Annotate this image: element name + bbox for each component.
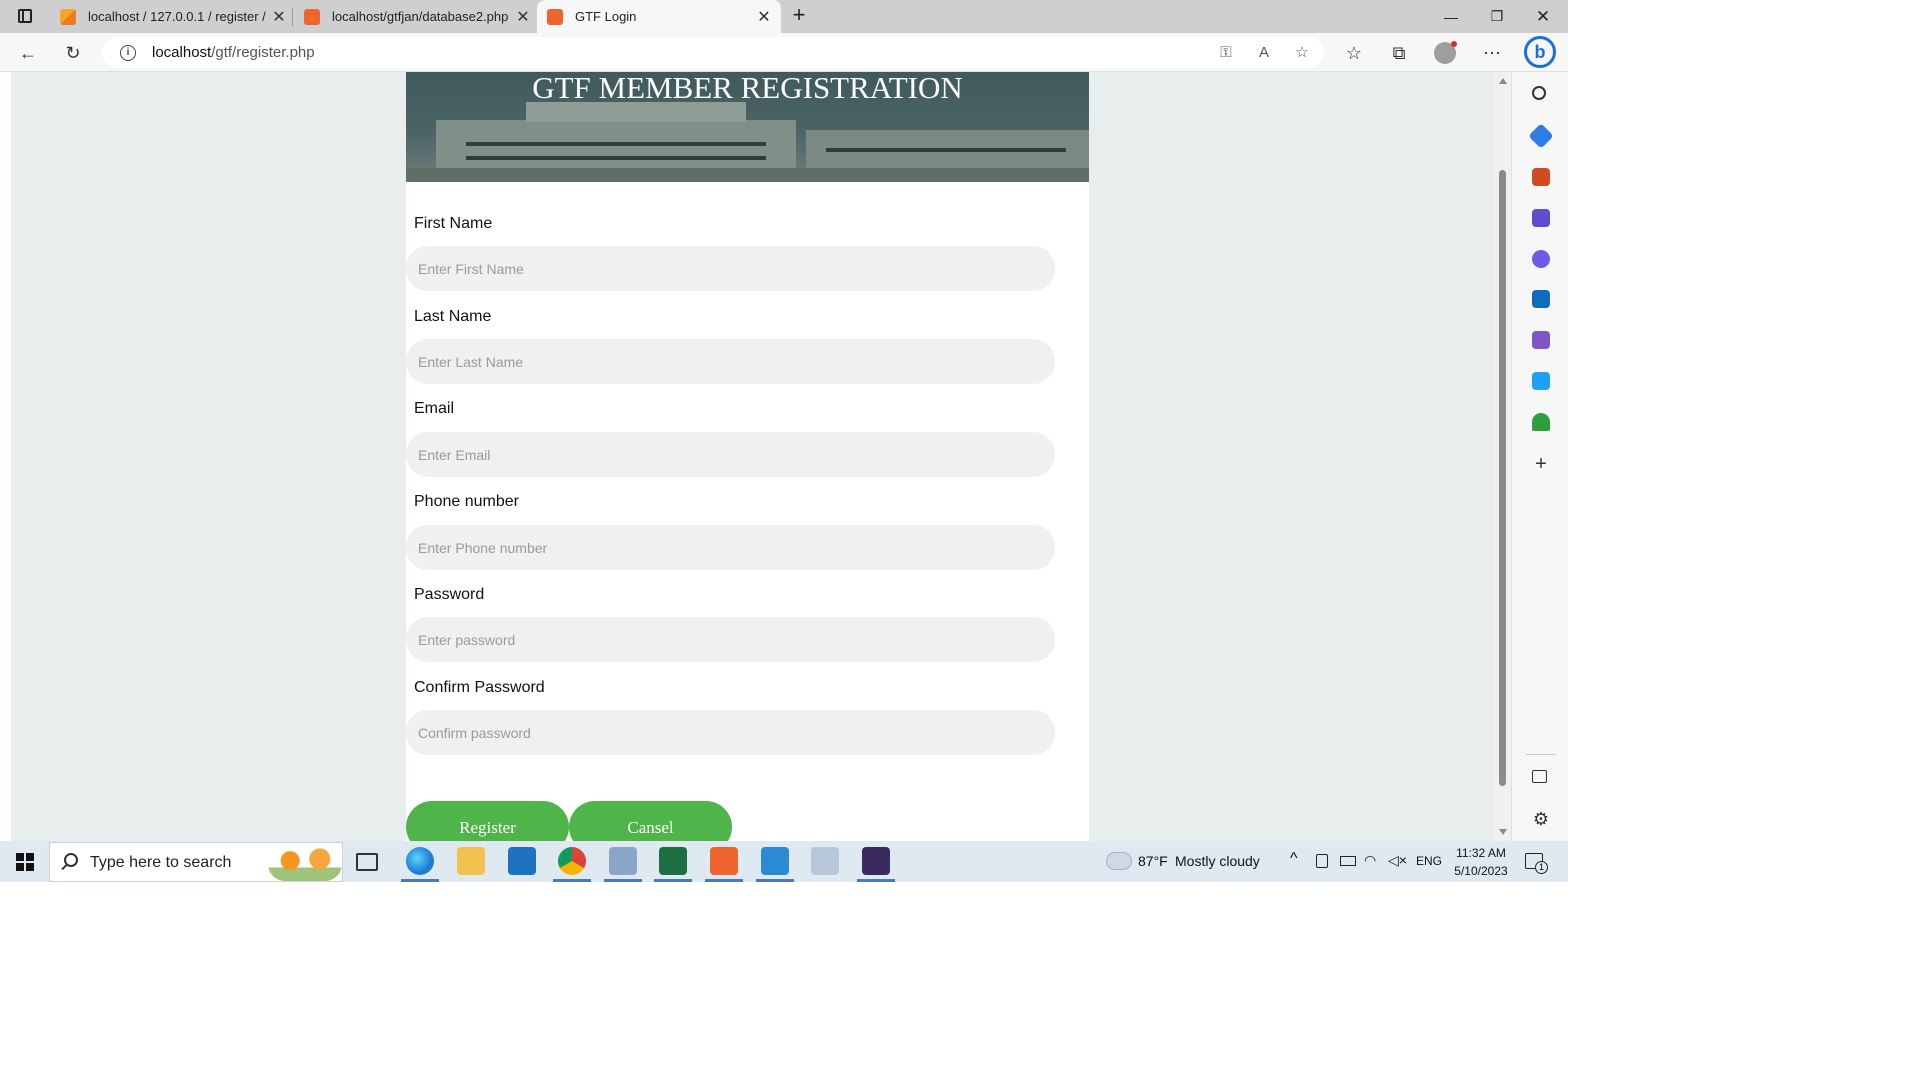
more-icon[interactable]: ⋯: [1479, 40, 1505, 66]
weather-temp[interactable]: 87°F: [1138, 853, 1168, 869]
favorites-icon[interactable]: ☆: [1341, 40, 1367, 66]
edge-icon[interactable]: [406, 847, 434, 875]
search-icon[interactable]: [1532, 86, 1546, 100]
register-button[interactable]: Register: [406, 801, 569, 841]
speaker-icon[interactable]: ◁×: [1388, 852, 1407, 869]
meet-icon[interactable]: [1316, 854, 1328, 868]
add-favorite-icon[interactable]: ☆: [1292, 43, 1312, 63]
minimize-icon[interactable]: —: [1428, 0, 1474, 33]
winrar-icon[interactable]: [862, 847, 890, 875]
xampp-icon: [547, 8, 563, 25]
tab-divider: [292, 8, 293, 26]
outlook-icon[interactable]: [1532, 290, 1550, 308]
settings-icon[interactable]: ⚙: [1532, 810, 1550, 828]
xampp-icon[interactable]: [710, 847, 738, 875]
registration-card: GTF MEMBER REGISTRATION First Name Last …: [406, 72, 1089, 841]
confirm-password-input[interactable]: [406, 710, 1055, 755]
first-name-label: First Name: [414, 215, 493, 232]
phpmyadmin-icon: [60, 8, 76, 25]
taskbar: Type here to search 87°F Mostly cloudy ^…: [0, 841, 1568, 882]
chevron-up-icon[interactable]: ^: [1290, 850, 1298, 868]
phone-input[interactable]: [406, 525, 1055, 570]
restore-icon[interactable]: ❐: [1474, 0, 1520, 33]
collections-icon[interactable]: ⧉: [1386, 40, 1412, 66]
notification-icon[interactable]: 1: [1525, 853, 1548, 874]
email-label: Email: [414, 400, 455, 417]
tab-label: GTF Login: [575, 9, 637, 24]
excel-icon[interactable]: [659, 847, 687, 875]
vscode-icon[interactable]: [761, 847, 789, 875]
split-screen-icon[interactable]: [1532, 770, 1547, 783]
tab-gtf-login[interactable]: GTF Login ✕: [537, 0, 781, 33]
phone-label: Phone number: [414, 493, 519, 510]
page-scrollbar[interactable]: [1494, 72, 1511, 841]
tools-icon[interactable]: [1532, 168, 1550, 186]
mail-icon[interactable]: [508, 847, 536, 875]
xampp-icon: [304, 8, 320, 25]
close-window-icon[interactable]: ✕: [1520, 0, 1566, 33]
send-icon[interactable]: [1532, 372, 1550, 390]
close-icon[interactable]: ✕: [755, 7, 773, 27]
weather-icon[interactable]: [1103, 847, 1132, 870]
search-icon: [64, 853, 78, 867]
password-label: Password: [414, 586, 485, 603]
page-viewport: GTF MEMBER REGISTRATION First Name Last …: [0, 72, 1511, 841]
shopping-icon[interactable]: [1528, 123, 1554, 149]
paint-icon[interactable]: [811, 847, 839, 875]
language-indicator[interactable]: ENG: [1416, 854, 1442, 868]
info-icon[interactable]: i: [120, 45, 136, 61]
address-bar[interactable]: i localhost/gtf/register.php ⚿ A ☆: [102, 37, 1324, 68]
first-name-input[interactable]: [406, 246, 1055, 291]
tab-phpmyadmin[interactable]: localhost / 127.0.0.1 / register / u ✕: [56, 0, 288, 33]
weather-text[interactable]: Mostly cloudy: [1175, 853, 1260, 869]
add-icon[interactable]: +: [1532, 454, 1550, 474]
battery-icon[interactable]: [1340, 856, 1356, 866]
games-icon[interactable]: [1532, 209, 1550, 227]
tab-strip: localhost / 127.0.0.1 / register / u ✕ l…: [0, 0, 1568, 33]
tab-actions-icon[interactable]: [10, 6, 38, 28]
page-title: GTF MEMBER REGISTRATION: [532, 72, 963, 105]
refresh-icon[interactable]: ↻: [60, 40, 86, 66]
key-icon[interactable]: ⚿: [1216, 43, 1236, 63]
scroll-up-icon[interactable]: [1499, 78, 1507, 84]
notification-dot: [1451, 41, 1457, 47]
taskbar-search[interactable]: Type here to search: [49, 842, 343, 882]
password-input[interactable]: [406, 617, 1055, 662]
office-icon[interactable]: [1532, 250, 1550, 268]
browser-toolbar: ← ↻ i localhost/gtf/register.php ⚿ A ☆ ☆…: [0, 33, 1568, 72]
edge-sidebar: + ⚙: [1511, 72, 1568, 841]
last-name-label: Last Name: [414, 308, 492, 325]
confirm-password-label: Confirm Password: [414, 679, 545, 696]
bing-icon[interactable]: b: [1524, 36, 1556, 68]
notification-count: 1: [1535, 861, 1548, 874]
tab-label: localhost/gtfjan/database2.php: [332, 9, 509, 24]
last-name-input[interactable]: [406, 339, 1055, 384]
tab-label: localhost / 127.0.0.1 / register / u: [88, 9, 270, 24]
time-text: 11:32 AM: [1456, 846, 1506, 860]
read-aloud-icon[interactable]: A: [1254, 43, 1274, 63]
tree-icon[interactable]: [1532, 413, 1550, 431]
close-icon[interactable]: ✕: [514, 7, 532, 27]
notepad-icon[interactable]: [609, 847, 637, 875]
windows-start-icon[interactable]: [16, 853, 34, 871]
search-placeholder: Type here to search: [90, 854, 232, 871]
wifi-icon[interactable]: ◠: [1364, 852, 1376, 869]
date-text: 5/10/2023: [1454, 864, 1508, 878]
chrome-icon[interactable]: [558, 847, 586, 875]
clock[interactable]: 11:32 AM 5/10/2023: [1450, 844, 1512, 880]
email-input[interactable]: [406, 432, 1055, 477]
back-icon[interactable]: ←: [15, 40, 41, 66]
banner-image: GTF MEMBER REGISTRATION: [406, 72, 1089, 182]
close-icon[interactable]: ✕: [270, 7, 288, 27]
tab-database2[interactable]: localhost/gtfjan/database2.php ✕: [300, 0, 532, 33]
scroll-down-icon[interactable]: [1499, 829, 1507, 835]
cancel-button[interactable]: Cansel: [569, 801, 732, 841]
designer-icon[interactable]: [1532, 331, 1550, 349]
scroll-thumb[interactable]: [1499, 170, 1506, 786]
task-view-icon[interactable]: [356, 853, 378, 871]
file-explorer-icon[interactable]: [457, 847, 485, 875]
search-highlight-image: [268, 847, 342, 881]
url-text[interactable]: localhost/gtf/register.php: [152, 44, 315, 61]
new-tab-icon[interactable]: +: [788, 4, 810, 26]
